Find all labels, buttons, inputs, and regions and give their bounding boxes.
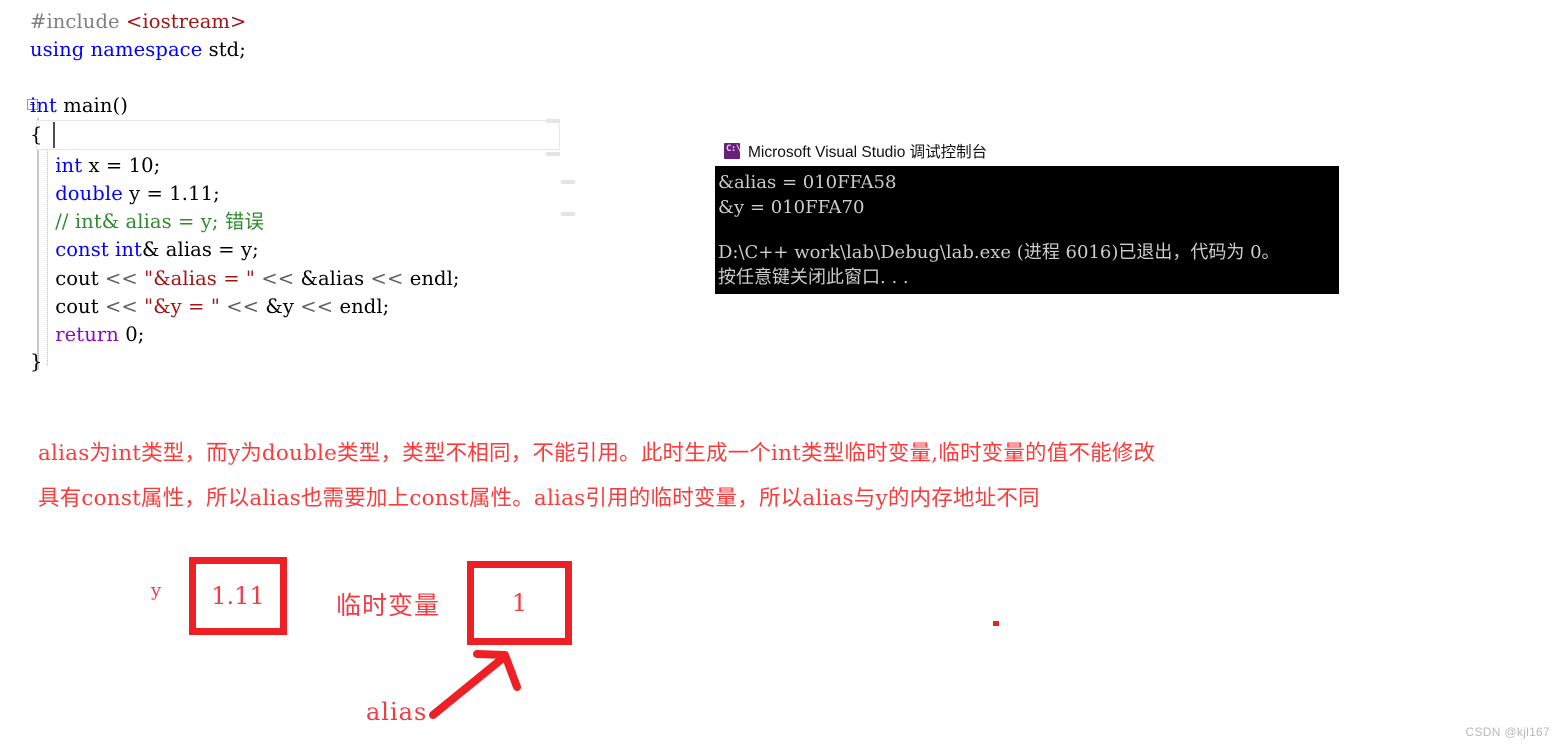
code-token: {: [30, 123, 43, 146]
screenshot-page: #include <iostream> using namespace std; i…: [0, 0, 1562, 747]
diagram-label-alias: alias: [366, 698, 428, 726]
code-token: <<: [300, 295, 340, 318]
console-title-label: Microsoft Visual Studio 调试控制台: [748, 144, 988, 161]
code-token: <<: [219, 295, 266, 318]
scroll-change-mark: [561, 180, 575, 184]
scroll-change-mark: [546, 119, 560, 123]
code-token: #include: [30, 10, 126, 33]
code-line[interactable]: cout << "&alias = " << &alias << endl;: [30, 265, 460, 293]
code-token: "&y = ": [144, 295, 220, 318]
annotation-text-line-2: 具有const属性，所以alias也需要加上const属性。alias引用的临时…: [38, 486, 1040, 511]
console-output-line: &y = 010FFA70: [718, 197, 865, 218]
arrow-icon: [429, 650, 521, 719]
code-token: double: [30, 182, 130, 205]
code-token: cout: [30, 295, 105, 318]
diagram-box-y-value: 1.11: [211, 582, 265, 610]
code-token: int: [30, 154, 89, 177]
code-line[interactable]: using namespace std;: [30, 36, 246, 64]
code-token: x =: [88, 154, 129, 177]
current-line-highlight: [36, 120, 560, 150]
console-title-bar[interactable]: C:\ Microsoft Visual Studio 调试控制台: [714, 136, 1340, 166]
console-output-line: D:\C++ work\lab\Debug\lab.exe (进程 6016)已…: [718, 242, 1280, 263]
diagram-label-y: y: [151, 580, 162, 601]
console-output-line: &alias = 010FFA58: [718, 172, 897, 193]
code-token: 0;: [125, 323, 145, 346]
scroll-change-mark: [546, 152, 560, 156]
console-output-area: &alias = 010FFA58 &y = 010FFA70 D:\C++ wor…: [715, 166, 1339, 294]
watermark-label: CSDN @kjl167: [1465, 725, 1550, 739]
code-line[interactable]: cout << "&y = " << &y << endl;: [30, 293, 389, 321]
code-token: <<: [255, 267, 301, 290]
console-output-line: 按任意键关闭此窗口. . .: [718, 267, 909, 288]
stray-red-dot-mark: [993, 621, 999, 626]
code-token: }: [30, 350, 43, 373]
code-token: <<: [104, 267, 145, 290]
code-token: &alias: [300, 267, 371, 290]
debug-console-window[interactable]: C:\ Microsoft Visual Studio 调试控制台 &alias…: [714, 136, 1340, 296]
code-line[interactable]: #include <iostream>: [30, 8, 246, 36]
code-token: y = 1.11;: [129, 182, 220, 205]
code-token: "&alias = ": [144, 267, 256, 290]
text-caret: [53, 122, 55, 148]
code-token: using namespace: [30, 38, 209, 61]
console-app-icon: C:\: [724, 143, 741, 159]
code-line[interactable]: int x = 10;: [30, 152, 160, 180]
code-editor-pane[interactable]: #include <iostream> using namespace std; i…: [0, 0, 600, 390]
code-token: cout: [30, 267, 105, 290]
code-token: 10;: [128, 154, 161, 177]
code-line[interactable]: double y = 1.11;: [30, 180, 220, 208]
code-line[interactable]: {: [30, 121, 43, 149]
diagram-box-temp-variable: 1: [467, 561, 572, 645]
code-line[interactable]: return 0;: [30, 321, 144, 349]
code-token: // int& alias = y; 错误: [30, 210, 265, 233]
code-line[interactable]: const int& alias = y;: [30, 236, 259, 264]
code-token: std;: [208, 38, 246, 61]
diagram-box-temp-value: 1: [511, 589, 528, 617]
code-token: & alias = y;: [142, 238, 259, 261]
code-line[interactable]: }: [30, 348, 43, 376]
annotation-text-line-1: alias为int类型，而y为double类型，类型不相同，不能引用。此时生成一…: [38, 441, 1156, 466]
code-line[interactable]: // int& alias = y; 错误: [30, 208, 264, 236]
code-token: endl;: [409, 267, 460, 290]
code-token: return: [30, 323, 126, 346]
code-line[interactable]: int main(): [30, 92, 128, 120]
code-token: <iostream>: [125, 10, 247, 33]
code-token: endl;: [339, 295, 390, 318]
code-token: int: [30, 94, 64, 117]
scroll-change-mark: [561, 212, 575, 216]
code-token: &y: [265, 295, 301, 318]
code-token: main(): [63, 94, 128, 117]
diagram-label-temp-variable: 临时变量: [336, 591, 441, 620]
code-token: <<: [104, 295, 145, 318]
code-token: <<: [370, 267, 410, 290]
diagram-box-y: 1.11: [189, 557, 287, 635]
code-token: const int: [30, 238, 142, 261]
